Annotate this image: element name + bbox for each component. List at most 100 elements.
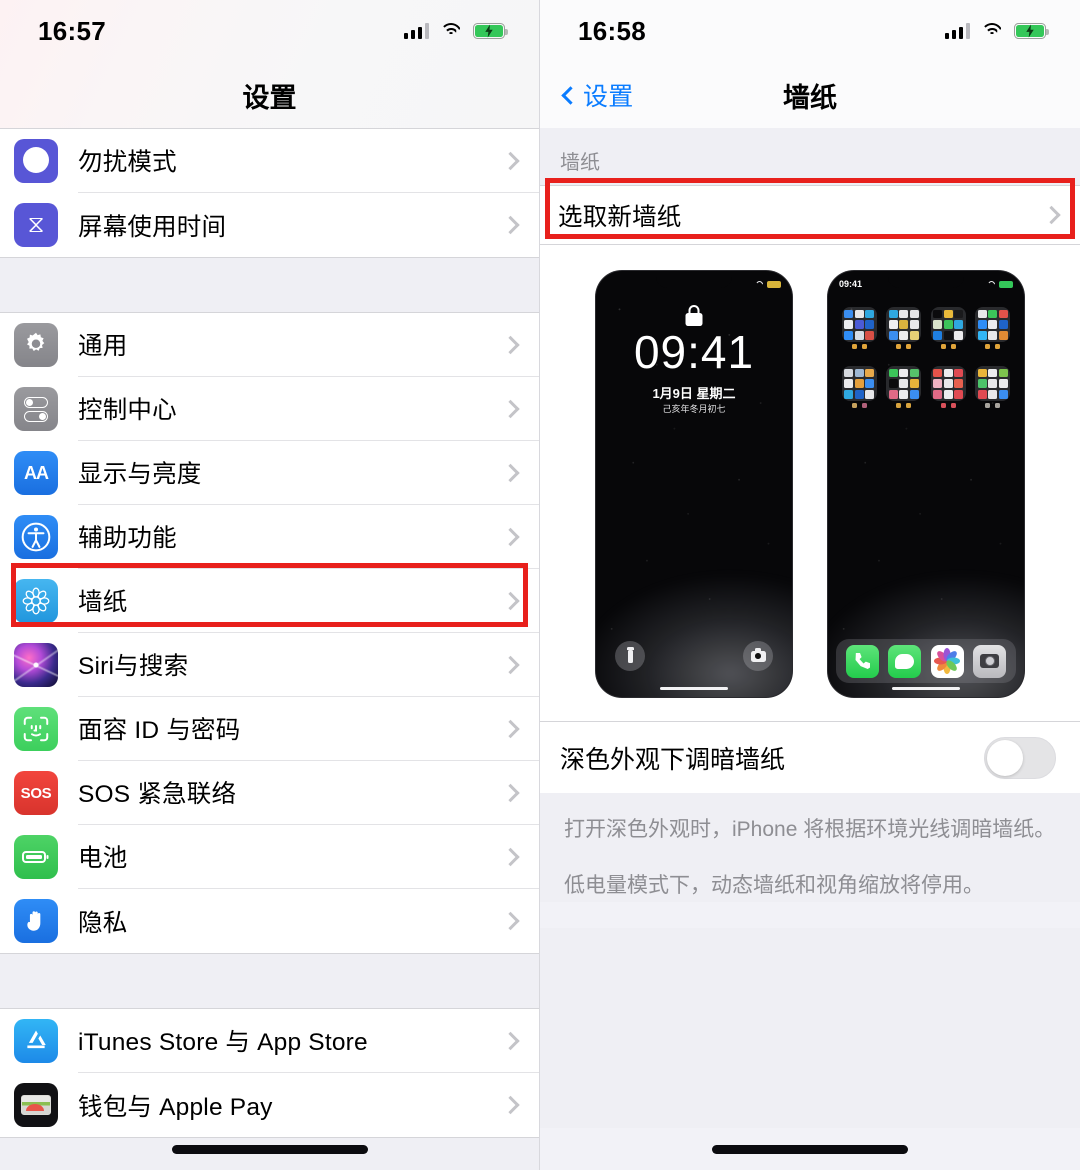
settings-group-1: 勿扰模式 ⧖ 屏幕使用时间 <box>0 128 539 258</box>
flower-glyph <box>22 587 50 615</box>
battery-charging-icon <box>1014 23 1049 39</box>
settings-list[interactable]: 勿扰模式 ⧖ 屏幕使用时间 通用 控制中心 AA 显示与亮度 辅助功能 墙纸 S… <box>0 128 539 1170</box>
folder-label <box>886 344 921 349</box>
camera-icon[interactable] <box>743 641 773 671</box>
folder-label <box>931 403 966 408</box>
section-header: 墙纸 <box>540 128 1080 185</box>
hand-glyph <box>27 911 41 931</box>
home-folder[interactable] <box>886 307 922 349</box>
dual-screenshot-comparison: 16:57 设置 勿扰模式 ⧖ 屏幕使用时间 通用 控制中心 AA 显示与亮度 … <box>0 0 1080 1170</box>
mist-overlay <box>596 569 792 697</box>
sidebar-item-label: SOS 紧急联络 <box>78 761 539 825</box>
flashlight-icon[interactable] <box>615 641 645 671</box>
choose-new-wallpaper-row[interactable]: 选取新墙纸 <box>540 186 1080 244</box>
choose-new-wallpaper-label: 选取新墙纸 <box>558 203 682 231</box>
sidebar-item-label: 辅助功能 <box>78 505 539 569</box>
dark-appearance-dim-row[interactable]: 深色外观下调暗墙纸 <box>540 721 1080 793</box>
wallpaper-flower-icon <box>14 579 58 623</box>
home-folder[interactable] <box>930 366 966 408</box>
padlock-icon <box>685 305 703 326</box>
sidebar-item-label: 显示与亮度 <box>78 441 539 505</box>
settings-screen: 16:57 设置 勿扰模式 ⧖ 屏幕使用时间 通用 控制中心 AA 显示与亮度 … <box>0 0 540 1170</box>
sidebar-item-control-center[interactable]: 控制中心 <box>0 377 539 441</box>
back-button[interactable]: 设置 <box>560 77 633 113</box>
status-bar-indicators <box>403 23 508 39</box>
phone-icon[interactable] <box>845 644 879 678</box>
sidebar-item-wallpaper[interactable]: 墙纸 <box>0 569 539 633</box>
sidebar-item-sos[interactable]: SOS SOS 紧急联络 <box>0 761 539 825</box>
sidebar-item-label: 屏幕使用时间 <box>78 213 227 241</box>
sidebar-item-general[interactable]: 通用 <box>0 313 539 377</box>
lock-screen-time: 09:41 <box>633 326 755 378</box>
dark-appearance-dim-label: 深色外观下调暗墙纸 <box>560 745 786 774</box>
status-bar: 16:58 <box>540 0 1080 62</box>
folder-icon <box>886 307 922 342</box>
status-bar-indicators <box>944 23 1049 39</box>
lock-screen-date: 1月9日 星期二 <box>652 386 736 401</box>
sidebar-item-do-not-disturb[interactable]: 勿扰模式 <box>0 129 539 193</box>
home-folder[interactable] <box>975 366 1011 408</box>
settings-group-3: iTunes Store 与 App Store 钱包与 Apple Pay <box>0 1008 539 1138</box>
folder-icon <box>975 366 1011 401</box>
folder-label <box>842 403 877 408</box>
lock-screen-preview[interactable]: 09:41 09:41 1月9日 星期二 己亥年冬月初七 <box>596 271 792 697</box>
footnote-text: 低电量模式下，动态墙纸和视角缩放将停用。 <box>564 874 984 898</box>
face-id-icon <box>14 707 58 751</box>
sidebar-item-label: 墙纸 <box>78 569 539 633</box>
sidebar-item-label: 勿扰模式 <box>78 129 539 193</box>
home-indicator <box>171 1145 368 1154</box>
back-button-label: 设置 <box>583 83 634 111</box>
sidebar-item-screen-time[interactable]: ⧖ 屏幕使用时间 <box>0 193 539 257</box>
folder-label <box>975 403 1010 408</box>
wallpaper-content: 墙纸 选取新墙纸 09:41 1月9日 星期二 己亥年冬月初七 09:41 深色… <box>540 128 1080 1128</box>
sidebar-item-label: 钱包与 Apple Pay <box>78 1093 273 1121</box>
sidebar-item-label: 电池 <box>78 825 539 889</box>
home-indicator <box>660 686 728 690</box>
sidebar-item-display-brightness[interactable]: AA 显示与亮度 <box>0 441 539 505</box>
wallpaper-previews: 09:41 09:41 1月9日 星期二 己亥年冬月初七 <box>540 245 1080 721</box>
sidebar-item-battery[interactable]: 电池 <box>0 825 539 889</box>
sidebar-item-privacy[interactable]: 隐私 <box>0 889 539 953</box>
folder-icon <box>841 307 877 342</box>
home-folder[interactable] <box>886 366 922 408</box>
home-folder[interactable] <box>841 366 877 408</box>
folder-label <box>931 344 966 349</box>
nav-bar: 设置 <box>0 62 539 128</box>
battery-icon <box>767 280 781 288</box>
sidebar-item-itunes-app-store[interactable]: iTunes Store 与 App Store <box>0 1009 539 1073</box>
preview-status-bar: 09:41 <box>596 276 792 292</box>
home-screen-preview[interactable]: 09:41 <box>828 271 1024 697</box>
sidebar-item-label: iTunes Store 与 App Store <box>78 1009 539 1073</box>
group-divider <box>0 258 539 312</box>
sidebar-item-accessibility[interactable]: 辅助功能 <box>0 505 539 569</box>
home-folder[interactable] <box>975 307 1011 349</box>
messages-icon[interactable] <box>888 644 922 678</box>
group-divider <box>0 954 539 1008</box>
home-folder[interactable] <box>841 307 877 349</box>
screen-time-hourglass-icon: ⧖ <box>14 203 58 247</box>
charging-bolt-icon <box>1026 24 1034 38</box>
preview-status-icons <box>755 280 781 288</box>
wallet-icon <box>14 1083 58 1127</box>
sidebar-item-face-id-passcode[interactable]: 面容 ID 与密码 <box>0 697 539 761</box>
sidebar-item-label: 隐私 <box>78 909 128 937</box>
battery-glyph <box>22 851 49 863</box>
lock-screen-quick-actions <box>596 641 792 671</box>
control-center-toggles-icon <box>14 387 58 431</box>
sidebar-item-wallet-apple-pay[interactable]: 钱包与 Apple Pay <box>0 1073 539 1137</box>
chevron-left-icon <box>561 85 580 105</box>
preview-status-time: 09:41 <box>839 279 863 289</box>
cellular-bars-icon <box>403 23 429 39</box>
dark-appearance-dim-toggle[interactable] <box>984 736 1056 779</box>
home-screen-folder-grid <box>837 307 1015 408</box>
sidebar-item-siri-search[interactable]: Siri与搜索 <box>0 633 539 697</box>
home-indicator <box>892 686 960 690</box>
preview-status-bar: 09:41 <box>828 276 1024 292</box>
battery-icon <box>14 835 58 879</box>
charging-bolt-icon <box>485 24 493 38</box>
photos-icon[interactable] <box>930 644 964 678</box>
lock-screen-lunar-date: 己亥年冬月初七 <box>662 404 726 414</box>
home-folder[interactable] <box>930 307 966 349</box>
wifi-icon <box>440 23 462 39</box>
camera-icon[interactable] <box>973 644 1007 678</box>
